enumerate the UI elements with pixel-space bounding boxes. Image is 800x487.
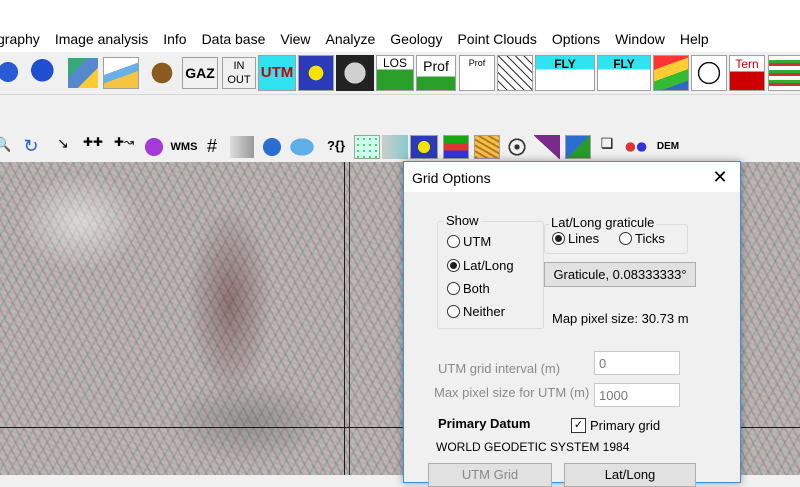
probe-icon[interactable] [382,135,408,159]
target-icon[interactable] [505,135,529,159]
region-icon[interactable] [142,136,166,158]
radio-dot [619,232,632,245]
cylinder-icon[interactable] [230,136,254,158]
out-label: OUT [227,74,251,86]
prof-button[interactable]: Prof [416,55,456,91]
stack-icon[interactable] [768,55,800,91]
animal-icon[interactable] [146,57,178,89]
moon-icon[interactable] [336,55,374,91]
radio-latlong-label: Lat/Long [463,258,514,273]
radio-dot-selected [552,232,565,245]
globe-pin-icon[interactable] [27,55,61,89]
radio-lines[interactable]: Lines [552,231,599,246]
points-tool-icon[interactable]: ✚✚ [82,135,104,159]
menu-window[interactable]: Window [615,31,665,47]
radio-dot [447,235,460,248]
radio-dot [447,282,460,295]
radio-ticks[interactable]: Ticks [619,231,665,246]
menu-image-analysis[interactable]: Image analysis [55,31,148,47]
query-bracket-button[interactable]: ?{} [322,135,350,159]
max-pixel-label: Max pixel size for UTM (m) [434,385,590,400]
wire-globe-icon[interactable] [691,55,727,91]
sun-small-icon[interactable] [410,135,438,159]
primary-grid-label: Primary grid [590,418,661,433]
menu-point-clouds[interactable]: Point Clouds [457,31,536,47]
radio-latlong[interactable]: Lat/Long [447,258,514,273]
primary-grid-checkbox[interactable]: ✓ Primary grid [571,418,660,433]
graticule-group-label: Lat/Long graticule [549,215,657,230]
utm-interval-field[interactable]: 0 [594,351,680,375]
map-pixel-size: Map pixel size: 30.73 m [552,311,689,326]
path-tool-icon[interactable]: ✚↝ [112,135,136,159]
menu-geology[interactable]: Geology [390,31,442,47]
radio-neither[interactable]: Neither [447,304,505,319]
datum-name: WORLD GEODETIC SYSTEM 1984 [436,440,630,454]
contours-icon[interactable] [474,135,500,159]
show-group-label: Show [444,213,481,228]
los-button[interactable]: LOS [376,55,414,91]
zoom-icon[interactable]: 🔍 [0,136,10,158]
radio-dot-selected [447,259,460,272]
menu-help[interactable]: Help [680,31,709,47]
menu-data-base[interactable]: Data base [202,31,266,47]
dots-icon[interactable] [354,135,380,159]
radio-ticks-label: Ticks [635,231,665,246]
line-tool-icon[interactable]: ↘ [52,135,74,159]
map-region-icon[interactable] [565,135,591,159]
latlong-button[interactable]: Lat/Long [564,463,696,487]
terrain-3d-icon[interactable] [653,55,689,91]
grid-icon[interactable]: # [200,135,224,159]
fly-button[interactable]: FLY [535,55,595,91]
radio-both[interactable]: Both [447,281,490,296]
in-label: IN [233,60,245,72]
radio-neither-label: Neither [463,304,505,319]
utm-interval-label: UTM grid interval (m) [438,361,561,376]
menu-topography[interactable]: graphy [0,31,40,47]
dialog-title: Grid Options [412,170,491,186]
dialog-titlebar: Grid Options ✕ [404,162,740,192]
color-bands-icon[interactable] [443,135,469,159]
tern-button[interactable]: Tern [729,55,765,91]
menu-analyze[interactable]: Analyze [325,31,375,47]
secondary-toolbar: 🔍 ↻ ↘ ✚✚ ✚↝ WMS # ?{} ❏ DEM [0,133,800,162]
graticule-button[interactable]: Graticule, 0.08333333° [544,262,696,287]
menu-options[interactable]: Options [552,31,600,47]
sun-icon[interactable] [298,55,334,91]
main-toolbar: GAZ IN OUT UTM LOS Prof Prof FLY FLY Ter… [0,52,800,95]
grid-line-vertical-2 [349,162,350,475]
map-sheet-icon[interactable] [103,57,139,89]
grid-options-dialog: Grid Options ✕ Show UTM Lat/Long Both Ne… [403,161,741,487]
radio-lines-label: Lines [568,231,600,246]
peak-icon[interactable] [534,135,560,159]
utm-button[interactable]: UTM [258,55,296,91]
layers-icon[interactable] [68,58,98,88]
mesh-icon[interactable] [497,55,533,91]
gaz-button[interactable]: GAZ [182,57,218,89]
copy-windows-icon[interactable]: ❏ [595,135,619,159]
wms-button[interactable]: WMS [169,136,199,158]
toolbar-spacer [0,95,800,134]
radio-dot [447,305,460,318]
primary-datum-label: Primary Datum [438,416,531,431]
refresh-icon[interactable]: ↻ [20,135,42,159]
menu-bar: graphy Image analysis Info Data base Vie… [0,0,800,52]
globe-icon[interactable] [0,55,22,89]
checkbox-check-icon: ✓ [571,418,586,433]
menu-info[interactable]: Info [163,31,186,47]
camera-icon[interactable] [622,135,650,159]
in-out-button[interactable]: IN OUT [222,57,256,89]
utm-grid-button[interactable]: UTM Grid [428,463,552,487]
max-pixel-field[interactable]: 1000 [594,383,680,407]
open-gl-icon[interactable] [287,136,317,158]
close-icon[interactable]: ✕ [700,162,740,192]
fly-button-2[interactable]: FLY [597,55,651,91]
menu-view[interactable]: View [280,31,310,47]
radio-both-label: Both [463,281,490,296]
radio-utm-label: UTM [463,234,492,249]
earth-icon[interactable] [260,136,284,158]
radio-utm[interactable]: UTM [447,234,491,249]
dem-button[interactable]: DEM [654,136,682,158]
grid-line-vertical [344,162,345,475]
prof-small-button[interactable]: Prof [459,55,495,91]
